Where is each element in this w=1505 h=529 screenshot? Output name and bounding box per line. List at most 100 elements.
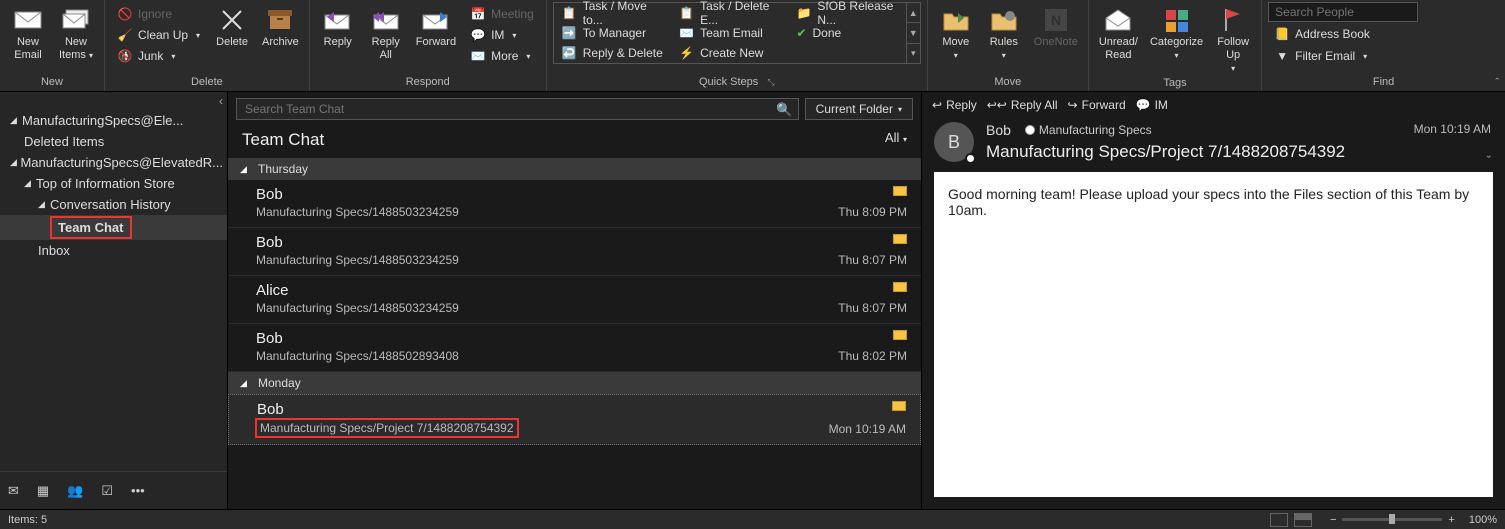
tasks-module-icon[interactable]: ☑: [101, 483, 113, 499]
presence-indicator: [965, 153, 976, 164]
view-normal-button[interactable]: [1270, 513, 1288, 527]
message-item[interactable]: BobManufacturing Specs/1488502893408Thu …: [228, 324, 921, 372]
followup-button[interactable]: FollowUp▾: [1211, 2, 1255, 75]
zoom-in-button[interactable]: +: [1448, 514, 1454, 526]
more-respond-button[interactable]: ✉️More▾: [464, 46, 540, 66]
qs-task-move[interactable]: 📋Task / Move to...: [554, 3, 671, 23]
funnel-icon: ▼: [1274, 48, 1290, 64]
zoom-thumb[interactable]: [1389, 514, 1395, 524]
nav-collapse-button[interactable]: ‹: [219, 94, 223, 108]
address-book-button[interactable]: 📒Address Book: [1268, 24, 1418, 44]
view-switcher: [1270, 513, 1312, 527]
message-item[interactable]: AliceManufacturing Specs/1488503234259Th…: [228, 276, 921, 324]
qs-to-manager[interactable]: ➡️To Manager: [554, 23, 671, 43]
filter-email-button[interactable]: ▼Filter Email▾: [1268, 46, 1418, 66]
onenote-button[interactable]: NOneNote: [1030, 2, 1082, 49]
view-reading-button[interactable]: [1294, 513, 1312, 527]
reading-actions: ↩Reply ↩↩Reply All ↪Forward 💬IM: [922, 92, 1505, 116]
more-modules-icon[interactable]: •••: [131, 483, 145, 498]
qs-task-delete[interactable]: 📋Task / Delete E...: [671, 3, 788, 23]
forward-icon: ➡️: [562, 26, 577, 40]
search-scope-dropdown[interactable]: Current Folder▾: [805, 98, 913, 120]
reply-button[interactable]: Reply: [316, 2, 360, 49]
search-folder-input[interactable]: [236, 98, 799, 120]
zoom-out-button[interactable]: −: [1330, 514, 1336, 526]
new-email-button[interactable]: NewEmail: [6, 2, 50, 62]
reply-all-button[interactable]: ReplyAll: [364, 2, 408, 62]
unread-read-button[interactable]: Unread/Read: [1095, 2, 1142, 62]
message-item[interactable]: BobManufacturing Specs/1488503234259Thu …: [228, 180, 921, 228]
im-button[interactable]: 💬IM▾: [464, 25, 540, 45]
qs-expand[interactable]: ▾: [907, 43, 920, 63]
inbox-folder[interactable]: Inbox: [0, 240, 227, 261]
task-icon: 📋: [562, 6, 577, 20]
account2-node[interactable]: ◢ManufacturingSpecs@ElevatedR...: [0, 152, 227, 173]
ignore-icon: 🚫: [117, 6, 133, 22]
forward-button[interactable]: Forward: [412, 2, 460, 49]
caret-down-icon: ◢: [38, 199, 50, 210]
archive-button[interactable]: Archive: [258, 2, 303, 49]
main-area: ‹ ◢ManufacturingSpecs@Ele... Deleted Ite…: [0, 92, 1505, 509]
reply-all-action[interactable]: ↩↩Reply All: [987, 98, 1058, 112]
search-icon[interactable]: 🔍: [776, 102, 792, 118]
caret-down-icon: ◢: [240, 164, 252, 175]
rules-button[interactable]: Rules▾: [982, 2, 1026, 62]
qs-down[interactable]: ▼: [907, 22, 920, 42]
date-group-thursday[interactable]: ◢Thursday: [228, 158, 921, 180]
caret-down-icon: ◢: [240, 378, 252, 389]
ribbon-collapse-button[interactable]: ˆ: [1495, 77, 1499, 89]
people-module-icon[interactable]: 👥: [67, 483, 83, 499]
junk-button[interactable]: 🚯Junk▾: [111, 46, 206, 66]
address-book-icon: 📒: [1274, 26, 1290, 42]
folder-nav: ‹ ◢ManufacturingSpecs@Ele... Deleted Ite…: [0, 92, 228, 509]
archive-box-icon: [265, 6, 295, 34]
ribbon-group-new: NewEmail NewItems ▾ New: [0, 0, 105, 91]
top-store-node[interactable]: ◢Top of Information Store: [0, 173, 227, 194]
conversation-history-node[interactable]: ◢Conversation History: [0, 194, 227, 215]
zoom-slider[interactable]: [1342, 518, 1442, 521]
ignore-button[interactable]: 🚫Ignore: [111, 4, 206, 24]
mail-module-icon[interactable]: ✉: [8, 483, 19, 499]
qs-sfob[interactable]: 📁SfOB Release N...: [788, 3, 905, 23]
flag-icon: [1218, 6, 1248, 34]
message-time: Mon 10:19 AM: [1414, 122, 1491, 136]
move-button[interactable]: Move▾: [934, 2, 978, 62]
folder-header: Team Chat All ▾: [228, 124, 921, 158]
ribbon: NewEmail NewItems ▾ New 🚫Ignore 🧹Clean U…: [0, 0, 1505, 92]
rules-icon: [989, 6, 1019, 34]
search-people-input[interactable]: [1268, 2, 1418, 22]
new-items-button[interactable]: NewItems ▾: [54, 2, 98, 62]
ribbon-group-respond: Reply ReplyAll Forward 📅Meeting 💬IM▾ ✉️M…: [310, 0, 547, 91]
reply-action[interactable]: ↩Reply: [932, 98, 977, 112]
categorize-button[interactable]: Categorize▾: [1146, 2, 1207, 62]
date-group-monday[interactable]: ◢Monday: [228, 372, 921, 394]
calendar-module-icon[interactable]: ▦: [37, 483, 49, 499]
qs-reply-delete[interactable]: ↩️Reply & Delete: [554, 43, 671, 63]
sender-avatar[interactable]: B: [934, 122, 974, 162]
cleanup-button[interactable]: 🧹Clean Up▾: [111, 25, 206, 45]
envelope-small-icon: ✉️: [470, 48, 486, 64]
message-item[interactable]: BobManufacturing Specs/1488503234259Thu …: [228, 228, 921, 276]
filter-dropdown[interactable]: All ▾: [885, 130, 907, 150]
search-folder-box: 🔍: [236, 98, 799, 120]
qs-done[interactable]: ✔Done: [788, 23, 905, 43]
envelope-icon: [893, 330, 907, 340]
reading-pane: ↩Reply ↩↩Reply All ↪Forward 💬IM B Bob Ma…: [922, 92, 1505, 509]
qs-up[interactable]: ▲: [907, 3, 920, 22]
zoom-level: 100%: [1469, 514, 1497, 526]
meeting-button[interactable]: 📅Meeting: [464, 4, 540, 24]
qs-team-email[interactable]: ✉️Team Email: [671, 23, 788, 43]
team-chat-folder[interactable]: Team Chat: [0, 215, 227, 240]
message-item-selected[interactable]: BobManufacturing Specs/Project 7/1488208…: [228, 394, 921, 445]
deleted-items-folder[interactable]: Deleted Items: [0, 131, 227, 152]
account-node[interactable]: ◢ManufacturingSpecs@Ele...: [0, 110, 227, 131]
check-icon: ✔: [796, 26, 806, 40]
chat-bubble-icon: 💬: [470, 27, 486, 43]
category-badge[interactable]: Manufacturing Specs: [1025, 123, 1152, 137]
quicksteps-scroll: ▲ ▼ ▾: [906, 3, 920, 63]
delete-button[interactable]: Delete: [210, 2, 254, 49]
forward-action[interactable]: ↪Forward: [1068, 98, 1126, 112]
im-action[interactable]: 💬IM: [1136, 98, 1168, 112]
qs-create-new[interactable]: ⚡Create New: [671, 43, 788, 63]
expand-header-button[interactable]: ˇ: [1487, 153, 1491, 168]
